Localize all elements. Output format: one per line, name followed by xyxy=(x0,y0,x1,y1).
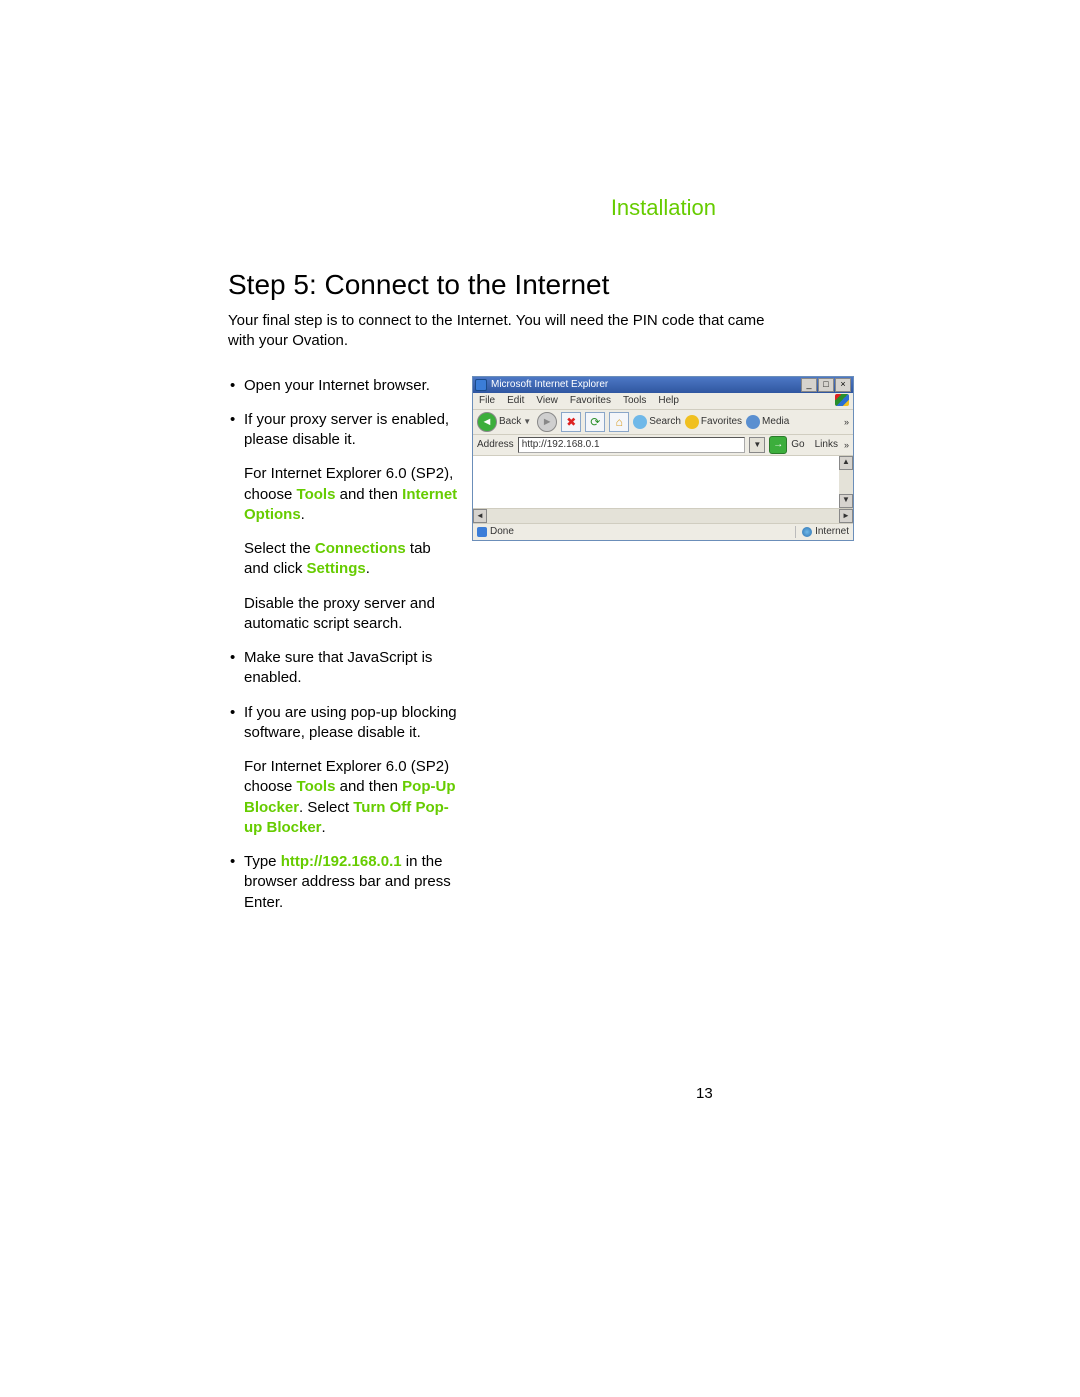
back-label: Back xyxy=(499,416,521,427)
horizontal-scrollbar[interactable]: ◄ ► xyxy=(473,509,853,524)
bullet-type-url: Type http://192.168.0.1 in the browser a… xyxy=(228,852,458,913)
toolbar-chevrons-icon[interactable]: » xyxy=(844,417,849,427)
search-icon xyxy=(633,415,647,429)
scroll-down-button[interactable]: ▼ xyxy=(839,494,853,508)
ie-window: Microsoft Internet Explorer _ □ × File E… xyxy=(472,376,854,541)
ie-address-bar: Address http://192.168.0.1 ▼ → Go Links … xyxy=(473,435,853,456)
status-done: Done xyxy=(490,526,514,537)
ie-title-text: Microsoft Internet Explorer xyxy=(491,379,797,390)
home-button[interactable]: ⌂ xyxy=(609,412,629,432)
ie-title-bar: Microsoft Internet Explorer _ □ × xyxy=(473,377,853,393)
section-label: Installation xyxy=(228,195,716,221)
ie-content-area: ▲ ▼ xyxy=(473,456,853,509)
scroll-up-button[interactable]: ▲ xyxy=(839,456,853,470)
windows-flag-icon xyxy=(835,394,849,406)
media-icon xyxy=(746,415,760,429)
menu-tools[interactable]: Tools xyxy=(623,395,646,406)
favorites-button[interactable]: Favorites xyxy=(685,415,742,429)
bullet-disable-proxy: If your proxy server is enabled, please … xyxy=(228,410,458,634)
close-button[interactable]: × xyxy=(835,378,851,392)
back-dropdown[interactable]: ▼ xyxy=(523,417,533,426)
vertical-scrollbar[interactable]: ▲ ▼ xyxy=(839,456,853,508)
scroll-left-button[interactable]: ◄ xyxy=(473,509,487,523)
forward-button[interactable]: ► xyxy=(537,412,557,432)
back-button[interactable]: ◄ xyxy=(477,412,497,432)
menu-edit[interactable]: Edit xyxy=(507,395,524,406)
bullet-disable-popup: If you are using pop-up blocking softwar… xyxy=(228,703,458,839)
menu-view[interactable]: View xyxy=(536,395,558,406)
bullet-javascript-enabled: Make sure that JavaScript is enabled. xyxy=(228,648,458,689)
go-button[interactable]: → xyxy=(769,436,787,454)
address-dropdown[interactable]: ▼ xyxy=(749,437,765,453)
bullet-open-browser: Open your Internet browser. xyxy=(228,376,458,396)
star-icon xyxy=(685,415,699,429)
address-input[interactable]: http://192.168.0.1 xyxy=(518,437,746,453)
page-number: 13 xyxy=(696,1085,713,1102)
ie-menu-bar: File Edit View Favorites Tools Help xyxy=(473,393,853,410)
links-label[interactable]: Links xyxy=(815,439,838,450)
internet-zone-icon xyxy=(802,527,812,537)
intro-paragraph: Your final step is to connect to the Int… xyxy=(228,311,788,352)
step-title: Step 5: Connect to the Internet xyxy=(228,269,846,301)
stop-button[interactable]: ✖ xyxy=(561,412,581,432)
refresh-button[interactable]: ⟳ xyxy=(585,412,605,432)
ie-logo-icon xyxy=(475,379,487,391)
ie-status-bar: Done Internet xyxy=(473,524,853,540)
menu-help[interactable]: Help xyxy=(658,395,679,406)
maximize-button[interactable]: □ xyxy=(818,378,834,392)
disable-proxy-script: Disable the proxy server and automatic s… xyxy=(244,594,458,635)
links-chevrons-icon[interactable]: » xyxy=(844,440,849,450)
ie-toolbar: ◄ Back ▼ ► ✖ ⟳ ⌂ Search Favorites xyxy=(473,410,853,435)
ie-popup-blocker: For Internet Explorer 6.0 (SP2) choose T… xyxy=(244,757,458,838)
done-icon xyxy=(477,527,487,537)
menu-favorites[interactable]: Favorites xyxy=(570,395,611,406)
address-label: Address xyxy=(477,439,514,450)
scroll-right-button[interactable]: ► xyxy=(839,509,853,523)
go-label: Go xyxy=(791,439,804,450)
instruction-list: Open your Internet browser. If your prox… xyxy=(228,376,458,913)
search-button[interactable]: Search xyxy=(633,415,681,429)
minimize-button[interactable]: _ xyxy=(801,378,817,392)
menu-file[interactable]: File xyxy=(479,395,495,406)
connections-settings: Select the Connections tab and click Set… xyxy=(244,539,458,580)
ie-tools-internet-options: For Internet Explorer 6.0 (SP2), choose … xyxy=(244,464,458,525)
status-zone: Internet xyxy=(815,526,849,537)
media-button[interactable]: Media xyxy=(746,415,789,429)
